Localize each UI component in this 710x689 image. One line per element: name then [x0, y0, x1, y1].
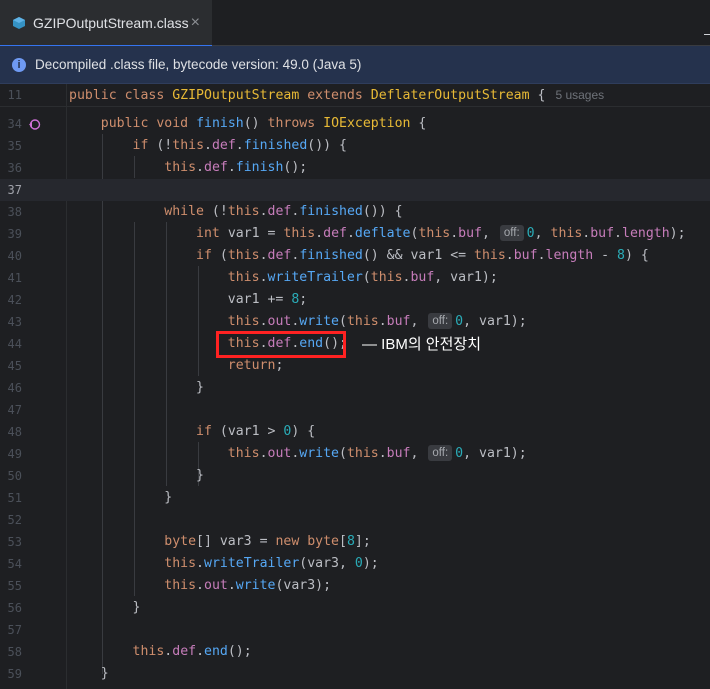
code-line: 50 }: [0, 465, 710, 487]
code-text: this.out.write(var3);: [164, 578, 332, 593]
line-number: 38: [7, 205, 22, 219]
line-number: 40: [7, 249, 22, 263]
code-line: 48 if (var1 > 0) {: [0, 421, 710, 443]
code-line: 49 this.out.write(this.buf, off: 0, var1)…: [0, 443, 710, 465]
banner-text: Decompiled .class file, bytecode version…: [35, 57, 362, 72]
code-text: int var1 = this.def.deflate(this.buf, of…: [196, 225, 686, 241]
code-line: 42 var1 += 8;: [0, 289, 710, 311]
sticky-header-divider: [0, 106, 710, 107]
code-text: this.writeTrailer(this.buf, var1);: [227, 270, 498, 285]
highlight-box: [216, 331, 346, 358]
code-line: 40 if (this.def.finished() && var1 <= th…: [0, 245, 710, 267]
line-number: 43: [7, 315, 22, 329]
line-number: 37: [7, 183, 22, 197]
line-number: 56: [7, 601, 22, 615]
info-icon: i: [12, 57, 26, 72]
annotation-label: — IBM의 안전장치: [362, 336, 482, 353]
code-text: this.out.write(this.buf, off: 0, var1);: [227, 445, 527, 461]
usages-hint[interactable]: 5 usages: [555, 88, 604, 102]
code-line: 58 this.def.end();: [0, 641, 710, 663]
code-line: 45 return;: [0, 355, 710, 377]
line-number: 11: [7, 88, 22, 102]
line-number: 59: [7, 667, 22, 681]
close-icon[interactable]: ×: [191, 14, 200, 32]
line-number: 41: [7, 271, 22, 285]
code-line: 51 }: [0, 487, 710, 509]
line-number: 42: [7, 293, 22, 307]
code-line-class-declaration: 11 public class GZIPOutputStream extends…: [0, 84, 710, 106]
override-method-icon[interactable]: [28, 118, 41, 131]
param-hint: off:: [428, 445, 453, 461]
line-number: 36: [7, 161, 22, 175]
code-line: 38 while (!this.def.finished()) {: [0, 201, 710, 223]
code-text: if (this.def.finished() && var1 <= this.…: [196, 248, 649, 263]
code-line: 47: [0, 399, 710, 421]
code-text: if (!this.def.finished()) {: [132, 138, 347, 153]
code-text: this.out.write(this.buf, off: 0, var1);: [227, 313, 527, 329]
code-text: }: [69, 490, 173, 505]
param-hint: off:: [499, 225, 524, 241]
line-number: 52: [7, 513, 22, 527]
code-line: 52: [0, 509, 710, 531]
line-number: 57: [7, 623, 22, 637]
decompiled-notice-banner: i Decompiled .class file, bytecode versi…: [0, 46, 710, 84]
line-number: 53: [7, 535, 22, 549]
code-text: this.def.finish();: [164, 160, 308, 175]
line-number: 34: [7, 117, 22, 131]
code-line: 36 this.def.finish();: [0, 157, 710, 179]
line-number: 39: [7, 227, 22, 241]
editor-tab-bar: GZIPOutputStream.class ×: [0, 0, 710, 47]
code-line: 46 }: [0, 377, 710, 399]
line-number: 44: [7, 337, 22, 351]
param-hint: off:: [428, 313, 453, 329]
code-line: 59 }: [0, 663, 710, 685]
code-line: 53 byte[] var3 = new byte[8];: [0, 531, 710, 553]
code-line: 43 this.out.write(this.buf, off: 0, var1)…: [0, 311, 710, 333]
code-text: }: [69, 468, 204, 483]
code-text: public class GZIPOutputStream extends De…: [69, 88, 605, 103]
code-text: byte[] var3 = new byte[8];: [164, 534, 371, 549]
code-line-current: 37: [0, 179, 710, 201]
tab-title: GZIPOutputStream.class: [33, 15, 189, 31]
code-text: return;: [227, 358, 284, 373]
line-number: 48: [7, 425, 22, 439]
line-number: 46: [7, 381, 22, 395]
code-line: 39 int var1 = this.def.deflate(this.buf,…: [0, 223, 710, 245]
line-number: 54: [7, 557, 22, 571]
tab-bar-end-mark: [704, 34, 710, 35]
code-line: 44 this.def.end();: [0, 333, 710, 355]
line-number: 51: [7, 491, 22, 505]
line-number: 58: [7, 645, 22, 659]
code-line: 57: [0, 619, 710, 641]
code-line: 56 }: [0, 597, 710, 619]
line-number: 47: [7, 403, 22, 417]
code-text: this.def.end();: [132, 644, 252, 659]
line-number: 49: [7, 447, 22, 461]
code-text: if (var1 > 0) {: [196, 424, 316, 439]
class-file-icon: [13, 17, 25, 29]
code-editor[interactable]: 11 public class GZIPOutputStream extends…: [0, 84, 710, 689]
code-text: while (!this.def.finished()) {: [164, 204, 403, 219]
code-line: 35 if (!this.def.finished()) {: [0, 135, 710, 157]
code-line: 55 this.out.write(var3);: [0, 575, 710, 597]
line-number: 55: [7, 579, 22, 593]
code-text: }: [69, 380, 204, 395]
code-text: var1 += 8;: [69, 292, 308, 307]
tab-gzipoutputstream[interactable]: GZIPOutputStream.class ×: [0, 0, 212, 47]
code-text: this.writeTrailer(var3, 0);: [164, 556, 379, 571]
line-number: 50: [7, 469, 22, 483]
code-line: 41 this.writeTrailer(this.buf, var1);: [0, 267, 710, 289]
code-line: 54 this.writeTrailer(var3, 0);: [0, 553, 710, 575]
code-text: }: [69, 600, 141, 615]
line-number: 45: [7, 359, 22, 373]
code-text: }: [69, 666, 109, 681]
code-text: public void finish() throws IOException …: [100, 116, 427, 131]
code-line: 34 public void finish() throws IOExcepti…: [0, 113, 710, 135]
line-number: 35: [7, 139, 22, 153]
